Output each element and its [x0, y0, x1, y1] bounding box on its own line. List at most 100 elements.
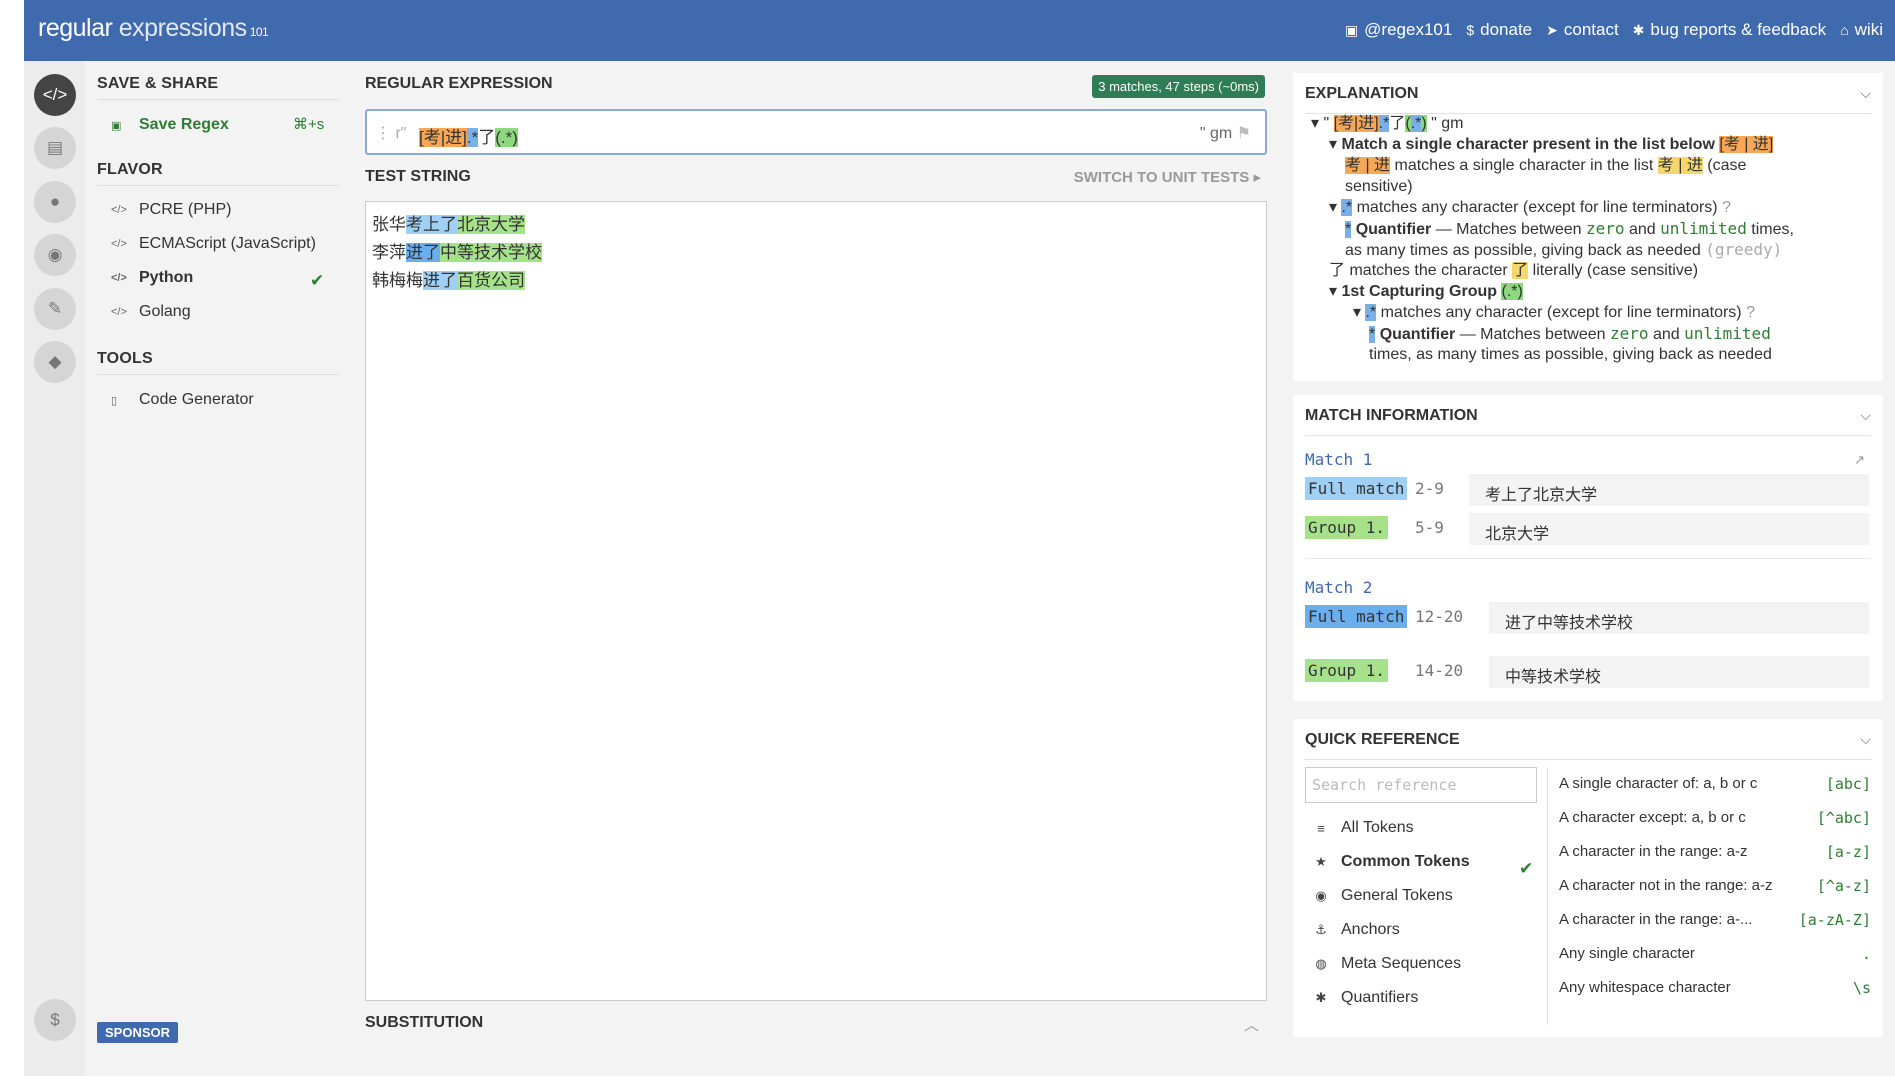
reference-item[interactable]: Any whitespace character \s [1559, 979, 1871, 997]
match-value[interactable]: 进了中等技术学校 [1489, 602, 1869, 634]
flavor-ecmascript[interactable]: </> ECMAScript (JavaScript) [111, 235, 316, 253]
dollar-icon[interactable]: $ [34, 999, 76, 1041]
link-wiki[interactable]: ⌂ wiki [1840, 20, 1883, 40]
link-donate[interactable]: $ donate [1466, 20, 1532, 40]
exp-token: 考 | 进 [1657, 157, 1703, 174]
match-title: Match 1 [1305, 450, 1373, 469]
category-label: Quantifiers [1341, 989, 1419, 1006]
caret-down-icon[interactable]: ▾ [1329, 283, 1341, 300]
flavor-golang[interactable]: </> Golang [111, 303, 191, 321]
twitter-icon: ▣ [1344, 21, 1359, 38]
exp-token: 了 [1512, 262, 1529, 279]
gamepad-icon[interactable]: ◉ [34, 234, 76, 276]
explanation-root[interactable]: ▾ " [考|进].*了(.*) " gm [1311, 113, 1463, 134]
exp-text: and [1648, 326, 1685, 343]
explanation-heading[interactable]: EXPLANATION [1305, 85, 1418, 103]
bug-icon: ✱ [1632, 21, 1645, 38]
save-regex-label: Save Regex [139, 116, 229, 133]
caret-down-icon[interactable]: ▾ [1353, 304, 1365, 321]
test-string-editor[interactable]: 张华考上了北京大学 李萍进了中等技术学校 韩梅梅进了百货公司 [365, 201, 1267, 1001]
chat-icon[interactable]: ◆ [34, 341, 76, 383]
status-badge: 3 matches, 47 steps (~0ms) [1092, 75, 1265, 98]
match-title: Match 2 [1305, 578, 1373, 597]
exp-token: 了 [1389, 115, 1406, 132]
reference-item[interactable]: A character in the range: a-z [a-z] [1559, 843, 1871, 861]
caret-down-icon[interactable]: ▾ [1329, 136, 1341, 153]
category-common-tokens[interactable]: ★ Common Tokens [1313, 853, 1469, 871]
send-icon: ➤ [1546, 21, 1558, 38]
logo-text-second: expressions [112, 14, 247, 42]
icon-rail: </> ▤ ● ◉ ✎ ◆ $ [24, 61, 85, 1076]
reference-desc: A character in the range: a-... [1559, 911, 1753, 928]
regex101-logo[interactable]: regular expressions 101 [38, 14, 269, 43]
chevron-down-icon[interactable]: ⌵ [1860, 407, 1871, 424]
reference-item[interactable]: A character not in the range: a-z [^a-z] [1559, 877, 1871, 895]
sponsor-button[interactable]: SPONSOR [97, 1022, 179, 1043]
category-label: All Tokens [1341, 819, 1414, 836]
code-icon: </> [111, 306, 127, 318]
switch-unit-tests-button[interactable]: SWITCH TO UNIT TESTS ▸ [1074, 168, 1261, 186]
dollar-icon: $ [1466, 22, 1475, 38]
reference-token: [abc] [1825, 775, 1871, 793]
link-contact[interactable]: ➤ contact [1546, 20, 1619, 40]
match-highlight: 进了 [406, 243, 440, 262]
logo-text-main: regular [38, 14, 113, 42]
chevron-down-icon[interactable]: ⌵ [1860, 731, 1871, 748]
group-label: Group 1. [1305, 659, 1389, 682]
reference-item[interactable]: A character in the range: a-... [a-zA-Z] [1559, 911, 1871, 929]
save-share-heading: SAVE & SHARE [97, 75, 219, 92]
explanation-row: * Quantifier — Matches between zero and … [1369, 323, 1771, 345]
flavor-label: PCRE (PHP) [139, 201, 232, 218]
caret-down-icon[interactable]: ▾ [1329, 199, 1341, 216]
quick-reference-heading[interactable]: QUICK REFERENCE [1305, 731, 1460, 749]
book-icon[interactable]: ▤ [34, 127, 76, 169]
reference-desc: Any whitespace character [1559, 979, 1731, 996]
match-info-heading[interactable]: MATCH INFORMATION [1305, 407, 1478, 425]
chevron-up-icon[interactable]: ︿ [1244, 1014, 1259, 1035]
link-bug-reports[interactable]: ✱ bug reports & feedback [1633, 20, 1827, 40]
user-icon[interactable]: ● [34, 181, 76, 223]
exp-text: — Matches between [1431, 221, 1586, 238]
match-value[interactable]: 中等技术学校 [1489, 656, 1869, 688]
reference-token: \s [1852, 979, 1871, 997]
code-generator-button[interactable]: ▯ Code Generator [111, 391, 254, 409]
link-twitter[interactable]: ▣ @regex101 [1345, 20, 1452, 40]
category-general-tokens[interactable]: ◉ General Tokens [1313, 887, 1453, 905]
link-label: donate [1480, 20, 1533, 39]
reference-item[interactable]: A character except: a, b or c [^abc] [1559, 809, 1871, 827]
reference-item[interactable]: Any single character. [1559, 945, 1871, 963]
match-value[interactable]: 北京大学 [1469, 513, 1869, 545]
save-regex-button[interactable]: ▣ Save Regex [111, 116, 229, 134]
regex-flags-button[interactable]: " gm ⚑ [1200, 123, 1251, 143]
category-anchors[interactable]: ⚓ Anchors [1313, 921, 1400, 939]
exp-token: .* [1410, 115, 1422, 132]
category-all-tokens[interactable]: ≡ All Tokens [1313, 819, 1414, 837]
caret-down-icon[interactable]: ▾ [1311, 115, 1323, 132]
substitution-heading[interactable]: SUBSTITUTION [365, 1014, 483, 1032]
explanation-row: ▾ .* matches any character (except for l… [1329, 197, 1731, 218]
flavor-label: Golang [139, 303, 191, 320]
wrench-icon[interactable]: ✎ [34, 288, 76, 330]
code-icon[interactable]: </> [34, 74, 76, 116]
drag-handle-icon[interactable]: ⋮ [375, 125, 391, 142]
token-any: .* [466, 128, 479, 147]
category-meta-sequences[interactable]: ◍ Meta Sequences [1313, 955, 1461, 973]
match-value[interactable]: 考上了北京大学 [1469, 474, 1869, 506]
category-quantifiers[interactable]: ✱ Quantifiers [1313, 989, 1419, 1007]
regex-input[interactable]: ⋮ r" [考|进].*了(.*) " gm ⚑ [365, 109, 1267, 155]
reference-item[interactable]: A single character of: a, b or c [abc] [1559, 775, 1871, 793]
regex-flags-text: " gm [1199, 125, 1233, 142]
share-icon[interactable]: ↗ [1854, 452, 1865, 468]
category-label: General Tokens [1341, 887, 1453, 904]
divider [97, 374, 339, 375]
flavor-python[interactable]: </> Python [111, 269, 193, 287]
exp-token: .* [1378, 115, 1390, 132]
chevron-down-icon[interactable]: ⌵ [1860, 85, 1871, 102]
star-icon: ★ [1315, 854, 1327, 869]
help-icon[interactable]: ? [1746, 304, 1755, 321]
help-icon[interactable]: ? [1722, 199, 1731, 216]
reference-search-input[interactable]: Search reference [1305, 767, 1537, 803]
exp-text: sensitive) [1345, 178, 1413, 195]
exp-text: and [1624, 221, 1661, 238]
flavor-pcre[interactable]: </> PCRE (PHP) [111, 201, 231, 219]
